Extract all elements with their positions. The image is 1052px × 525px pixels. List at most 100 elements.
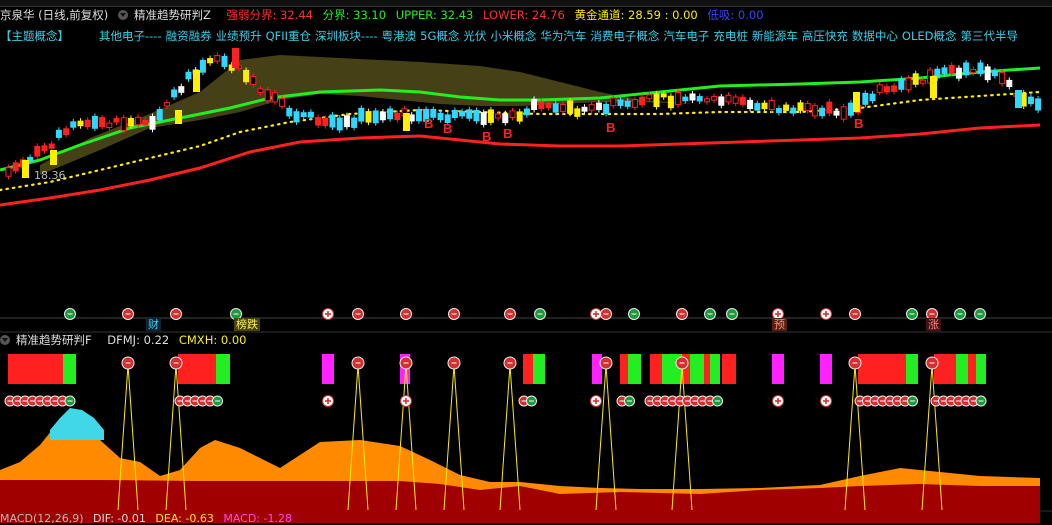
middle-dotted-line <box>0 90 1042 192</box>
buy-signal-label: B <box>424 116 433 131</box>
macd-value: MACD: -1.28 <box>223 512 292 525</box>
candle-body <box>941 67 948 74</box>
candle-body <box>84 119 91 128</box>
candle-body <box>653 93 660 108</box>
signal-bar <box>628 354 641 384</box>
candle-body <box>120 117 127 131</box>
candle-body <box>840 106 847 120</box>
signal-bar <box>63 354 76 384</box>
candle-body <box>754 103 761 111</box>
candle-body <box>775 108 782 114</box>
candle-body <box>451 109 458 118</box>
candle-body <box>41 145 48 152</box>
candle-body <box>437 112 444 121</box>
candle-body <box>178 86 185 93</box>
sub-indicator-toggle[interactable]: 精准趋势研判F <box>0 333 98 347</box>
buy-signal-label: B <box>606 120 615 135</box>
candle-body <box>372 110 379 124</box>
candle-body <box>869 93 876 102</box>
candle-body <box>12 162 19 172</box>
signal-bar <box>858 354 906 384</box>
signal-bar-magenta <box>820 354 832 384</box>
candle-body <box>63 128 70 136</box>
candle-body <box>1027 96 1034 105</box>
candle-body <box>315 117 322 126</box>
candle-body <box>1006 79 1013 87</box>
signal-bar <box>650 354 662 384</box>
candle-body <box>459 111 466 117</box>
candle-body <box>243 69 250 83</box>
tag-rise[interactable]: 涨 <box>926 318 941 331</box>
candle-body <box>603 103 610 115</box>
candle-body <box>617 99 624 106</box>
candle-body <box>891 85 898 92</box>
tag-rank-drop[interactable]: 榜跌 <box>234 318 260 331</box>
candle-body-large <box>1015 90 1022 108</box>
candle-body <box>761 102 768 110</box>
candle-body <box>631 98 638 108</box>
candle-body-large <box>853 92 860 112</box>
candle-body <box>660 93 667 98</box>
candle-body <box>696 96 703 102</box>
signal-bar <box>8 354 63 384</box>
candle-body <box>91 115 98 129</box>
candle-body <box>581 106 588 112</box>
signal-bar <box>906 354 918 384</box>
tag-forecast[interactable]: 预 <box>772 318 787 331</box>
buy-signal-label: B <box>854 116 863 131</box>
candle-body <box>322 117 329 127</box>
candle-body <box>502 113 509 124</box>
dea-value: DEA: -0.63 <box>155 512 214 525</box>
signal-bar <box>976 354 986 384</box>
candle-body <box>199 59 206 73</box>
sub-chart-header: 精准趋势研判F DFMJ: 0.22 CMXH: 0.00 <box>0 333 252 347</box>
candle-body <box>257 88 264 94</box>
candle-body <box>106 122 113 128</box>
trend-cloud <box>40 55 920 175</box>
candle-body <box>214 55 221 62</box>
signal-bar <box>690 354 704 384</box>
candle-body <box>34 145 41 157</box>
candle-body <box>768 99 775 111</box>
candle-body <box>531 98 538 110</box>
candle-body <box>639 96 646 106</box>
candle-body <box>790 107 797 114</box>
candle-body <box>135 116 142 126</box>
candle-body <box>984 66 991 81</box>
candle-body <box>221 55 228 67</box>
candle-body <box>293 111 300 123</box>
candle-body <box>163 102 170 107</box>
candle-body <box>919 79 926 84</box>
signal-bar <box>704 354 710 384</box>
candle-body-large <box>50 150 57 165</box>
candle-body-large <box>403 113 410 131</box>
candle-body <box>538 101 545 110</box>
signal-bar <box>722 354 736 384</box>
signal-bar-magenta <box>772 354 784 384</box>
candle-body <box>509 110 516 118</box>
candle-body <box>156 109 163 121</box>
candle-body <box>567 100 574 114</box>
candle-body <box>271 92 278 103</box>
signal-bar-magenta <box>322 354 334 384</box>
candle-body <box>718 96 725 106</box>
candle-body <box>819 107 826 117</box>
candle-body <box>977 62 984 75</box>
oscillator-peak <box>50 408 104 440</box>
collapse-circle-icon[interactable] <box>0 335 10 345</box>
candle-body <box>646 94 653 100</box>
candle-body <box>1035 98 1042 111</box>
candle-body <box>394 112 401 121</box>
candle-body <box>747 99 754 110</box>
candle-body <box>689 93 696 101</box>
signal-bar <box>533 354 545 384</box>
candle-body <box>523 108 530 116</box>
signal-bar-magenta <box>592 354 602 384</box>
candle-body <box>552 103 559 113</box>
tag-finance[interactable]: 财 <box>146 318 161 331</box>
candle-body <box>185 71 192 80</box>
candle-body <box>5 167 12 177</box>
buy-signal-label: B <box>503 126 512 141</box>
signal-bar <box>956 354 968 384</box>
candle-body <box>351 117 358 128</box>
